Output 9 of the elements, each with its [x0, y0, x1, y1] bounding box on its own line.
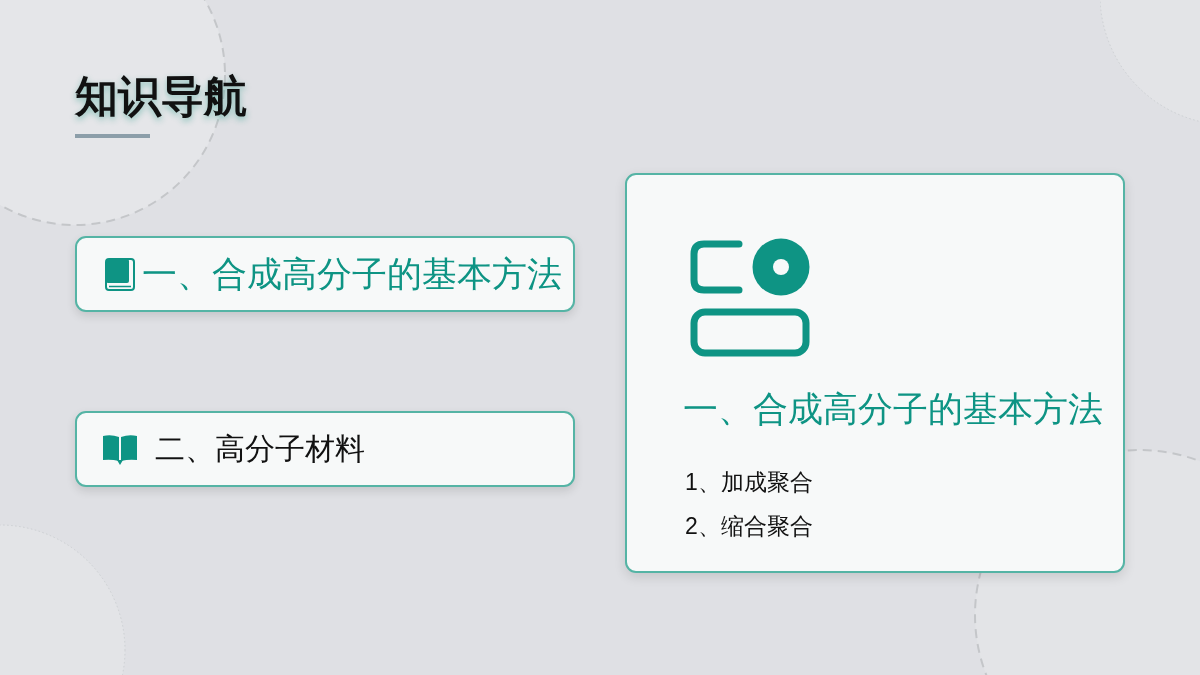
- shapes-icon: [690, 238, 810, 357]
- panel-heading: 一、合成高分子的基本方法: [683, 390, 1103, 430]
- page-title: 知识导航: [75, 72, 247, 122]
- nav-card[interactable]: 二、高分子材料: [75, 411, 575, 487]
- list-item: 1、加成聚合: [685, 468, 813, 497]
- list-item: 2、缩合聚合: [685, 512, 813, 541]
- open-book-icon: [103, 433, 137, 465]
- book-icon: [105, 257, 135, 291]
- nav-card[interactable]: 一、合成高分子的基本方法: [75, 236, 575, 312]
